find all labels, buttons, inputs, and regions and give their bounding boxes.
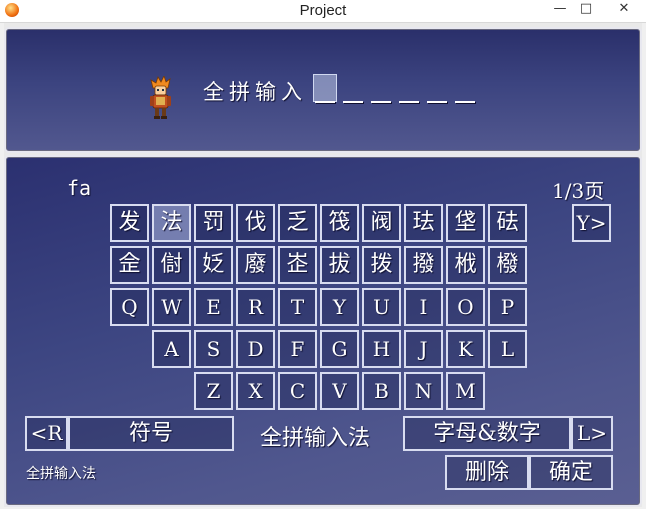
candidate-key[interactable]: 撥 (404, 246, 443, 284)
name-slot (455, 101, 475, 103)
candidate-key[interactable]: 伐 (236, 204, 275, 242)
current-mode-label: 全拼输入法 (260, 426, 371, 451)
delete-button[interactable]: 删除 (445, 455, 529, 490)
letter-key[interactable]: L (488, 330, 527, 368)
input-mode-label: 全拼输入 (203, 80, 307, 104)
letter-key[interactable]: W (152, 288, 191, 326)
name-slot (371, 101, 391, 103)
candidate-key[interactable]: 橃 (488, 246, 527, 284)
letter-key[interactable]: B (362, 372, 401, 410)
name-slot (427, 101, 447, 103)
candidate-key-selected[interactable]: 法 (152, 204, 191, 242)
alnum-button[interactable]: 字母&数字 (403, 416, 571, 451)
candidate-key[interactable]: 峜 (278, 246, 317, 284)
maximize-button[interactable]: □ (573, 0, 599, 20)
close-button[interactable]: ✕ (604, 0, 644, 20)
candidate-key[interactable]: 栰 (446, 246, 485, 284)
candidate-key[interactable]: 佱 (110, 246, 149, 284)
pinyin-text: fa (67, 176, 92, 200)
letter-key[interactable]: D (236, 330, 275, 368)
letter-key[interactable]: U (362, 288, 401, 326)
letter-key[interactable]: E (194, 288, 233, 326)
confirm-button[interactable]: 确定 (529, 455, 613, 490)
candidate-key[interactable]: 姂 (194, 246, 233, 284)
candidate-key[interactable]: 乏 (278, 204, 317, 242)
next-page-button[interactable]: Y> (572, 204, 611, 242)
candidate-key[interactable]: 拨 (362, 246, 401, 284)
candidate-key[interactable]: 拔 (320, 246, 359, 284)
candidate-key[interactable]: 砝 (488, 204, 527, 242)
letter-key[interactable]: I (404, 288, 443, 326)
candidate-key[interactable]: 筏 (320, 204, 359, 242)
letter-key[interactable]: X (236, 372, 275, 410)
letter-key[interactable]: C (278, 372, 317, 410)
candidate-key[interactable]: 傠 (152, 246, 191, 284)
letter-key[interactable]: F (278, 330, 317, 368)
letter-key[interactable]: G (320, 330, 359, 368)
prev-mode-button[interactable]: <R (25, 416, 68, 451)
letter-key[interactable]: Y (320, 288, 359, 326)
hero-sprite (150, 76, 171, 119)
letter-key[interactable]: R (236, 288, 275, 326)
name-cursor (313, 74, 337, 102)
candidate-key[interactable]: 垡 (446, 204, 485, 242)
candidate-key[interactable]: 廢 (236, 246, 275, 284)
letter-key[interactable]: T (278, 288, 317, 326)
letter-key[interactable]: K (446, 330, 485, 368)
letter-key[interactable]: Q (110, 288, 149, 326)
next-mode-button[interactable]: L> (571, 416, 613, 451)
candidate-key[interactable]: 发 (110, 204, 149, 242)
window-titlebar: Project — □ ✕ (0, 0, 646, 23)
letter-key[interactable]: H (362, 330, 401, 368)
minimize-button[interactable]: — (547, 0, 573, 20)
letter-key[interactable]: Z (194, 372, 233, 410)
candidate-key[interactable]: 珐 (404, 204, 443, 242)
letter-key[interactable]: S (194, 330, 233, 368)
name-slot (315, 101, 335, 103)
letter-key[interactable]: V (320, 372, 359, 410)
candidate-key[interactable]: 阀 (362, 204, 401, 242)
status-text: 全拼输入法 (26, 466, 96, 482)
page-indicator: 1/3页 (552, 179, 605, 203)
letter-key[interactable]: P (488, 288, 527, 326)
letter-key[interactable]: A (152, 330, 191, 368)
letter-key[interactable]: O (446, 288, 485, 326)
candidate-key[interactable]: 罚 (194, 204, 233, 242)
name-slot (399, 101, 419, 103)
symbols-button[interactable]: 符号 (68, 416, 234, 451)
letter-key[interactable]: M (446, 372, 485, 410)
name-slot (343, 101, 363, 103)
letter-key[interactable]: N (404, 372, 443, 410)
letter-key[interactable]: J (404, 330, 443, 368)
